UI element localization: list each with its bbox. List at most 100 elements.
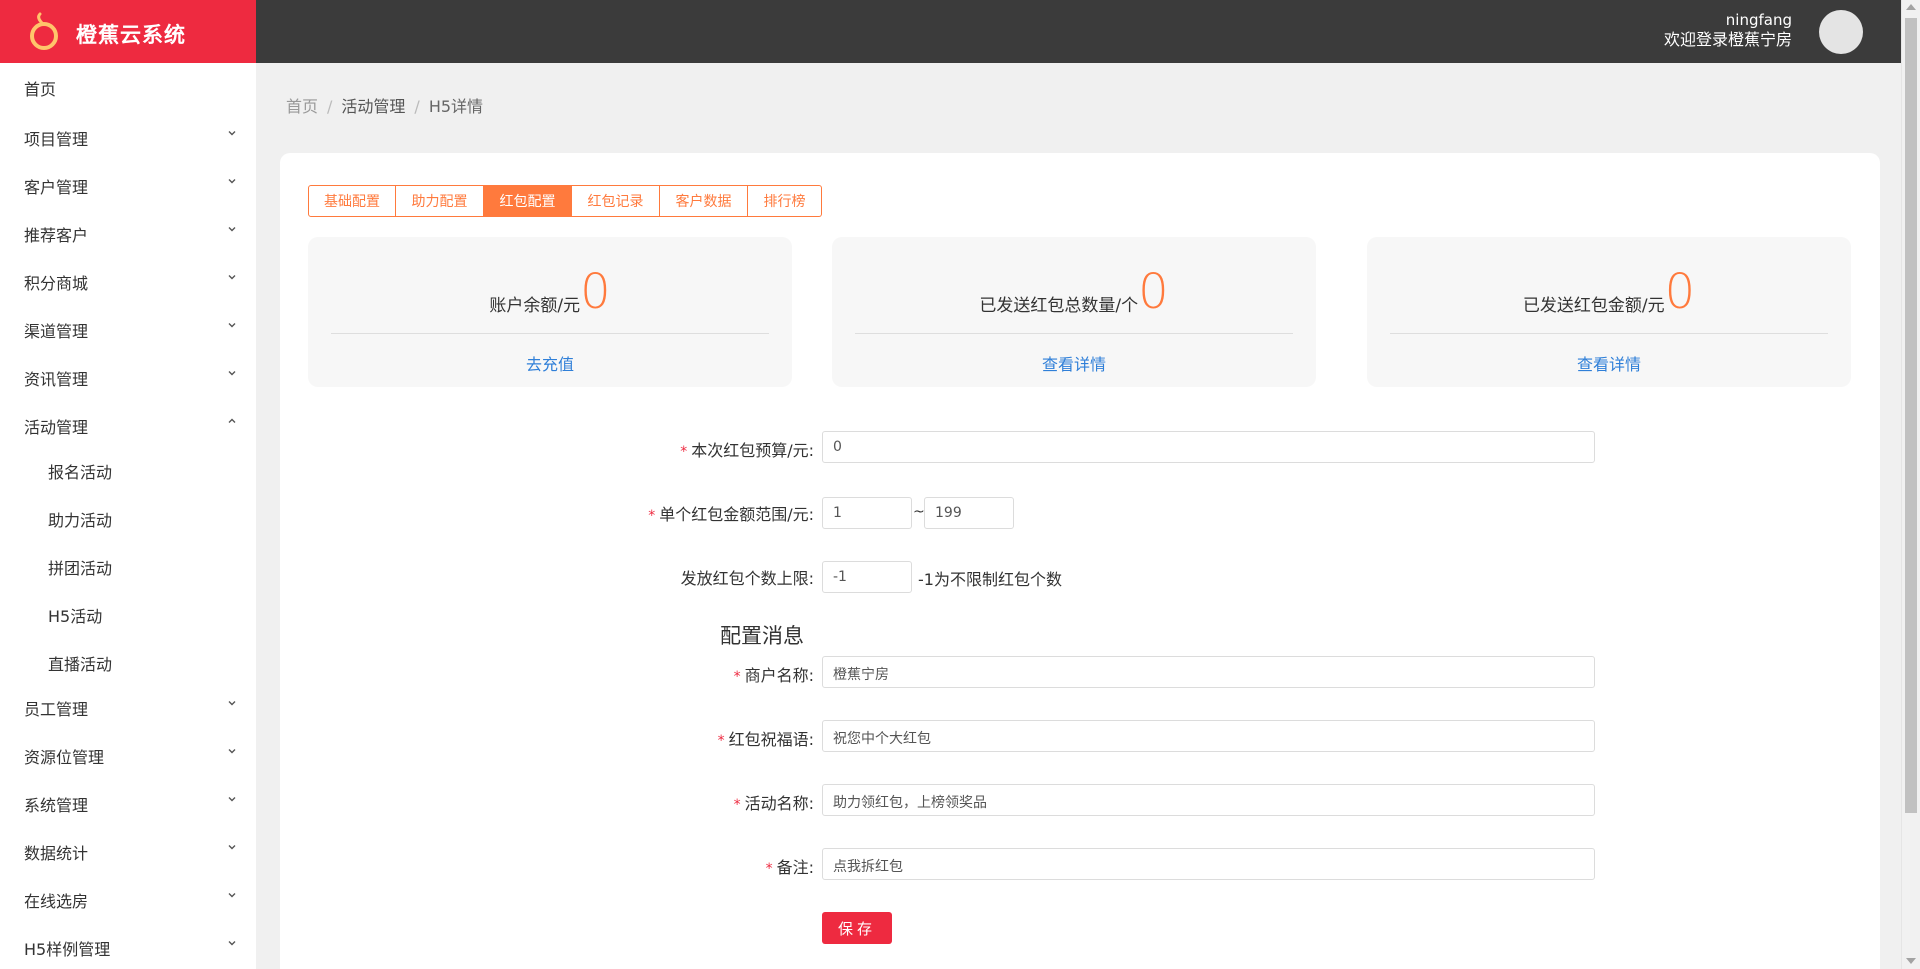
stat-value: 0: [1138, 264, 1169, 320]
chevron-down-icon: [228, 893, 236, 898]
logo-area[interactable]: 橙蕉云系统: [0, 0, 256, 63]
tab-assist-config[interactable]: 助力配置: [396, 185, 484, 217]
required-mark: *: [717, 733, 725, 749]
breadcrumb-home[interactable]: 首页: [286, 97, 318, 116]
sidebar-item-label: 资源位管理: [24, 748, 105, 767]
sidebar-item-customers[interactable]: 客户管理: [0, 165, 256, 205]
sidebar-item-points-mall[interactable]: 积分商城: [0, 261, 256, 301]
chevron-up-icon: [228, 418, 236, 423]
sidebar-item-channels[interactable]: 渠道管理: [0, 309, 256, 349]
divider: [855, 333, 1293, 334]
user-name: ningfang: [1725, 11, 1792, 29]
sidebar-item-online-selection[interactable]: 在线选房: [0, 879, 256, 919]
chevron-down-icon: [228, 797, 236, 802]
sidebar-subitem-group-buy[interactable]: 拼团活动: [0, 546, 256, 586]
divider: [331, 333, 769, 334]
required-mark: *: [648, 508, 656, 524]
sidebar-item-system[interactable]: 系统管理: [0, 783, 256, 823]
tab-customer-data[interactable]: 客户数据: [660, 185, 748, 217]
budget-label: * 本次红包预算/元:: [680, 441, 814, 460]
sidebar-subitem-label: 直播活动: [48, 655, 113, 674]
scroll-down-arrow-icon[interactable]: [1906, 958, 1916, 964]
sidebar-subitem-label: 助力活动: [48, 511, 113, 530]
chevron-down-icon: [228, 371, 236, 376]
chevron-down-icon: [228, 131, 236, 136]
view-details-link[interactable]: 查看详情: [832, 351, 1316, 375]
sidebar-item-resources[interactable]: 资源位管理: [0, 735, 256, 775]
recharge-link[interactable]: 去充值: [308, 351, 792, 375]
avatar[interactable]: [1819, 10, 1863, 54]
limit-input[interactable]: -1: [822, 561, 912, 593]
scroll-up-arrow-icon[interactable]: [1906, 4, 1916, 10]
sidebar-item-statistics[interactable]: 数据统计: [0, 831, 256, 871]
breadcrumb-separator: /: [327, 97, 333, 116]
chevron-down-icon: [228, 275, 236, 280]
remark-input[interactable]: 点我拆红包: [822, 848, 1595, 880]
required-mark: *: [765, 861, 773, 877]
required-mark: *: [733, 669, 741, 685]
scroll-thumb[interactable]: [1905, 18, 1917, 813]
range-max-input[interactable]: 199: [924, 497, 1014, 529]
tab-bar: 基础配置 助力配置 红包配置 红包记录 客户数据 排行榜: [308, 185, 822, 217]
stat-label: 已发送红包总数量/个: [979, 296, 1139, 316]
stat-label: 账户余额/元: [489, 296, 581, 316]
sidebar-item-h5-samples[interactable]: H5样例管理: [0, 927, 256, 967]
sidebar-item-home[interactable]: 首页: [0, 67, 256, 107]
app-logo-icon: [30, 12, 58, 50]
sidebar-item-referrals[interactable]: 推荐客户: [0, 213, 256, 253]
tab-redpacket-config[interactable]: 红包配置: [484, 185, 572, 217]
sidebar-item-staff[interactable]: 员工管理: [0, 687, 256, 727]
sidebar-item-label: 活动管理: [24, 418, 89, 437]
range-min-input[interactable]: 1: [822, 497, 912, 529]
chevron-down-icon: [228, 749, 236, 754]
sidebar: 首页 项目管理 客户管理 推荐客户 积分商城 渠道管理 资讯管理 活动管理 报名…: [0, 63, 256, 969]
page-scrollbar[interactable]: [1901, 0, 1920, 969]
chevron-down-icon: [228, 845, 236, 850]
remark-label: * 备注:: [765, 858, 814, 877]
tab-leaderboard[interactable]: 排行榜: [748, 185, 822, 217]
chevron-down-icon: [228, 701, 236, 706]
sidebar-item-label: 在线选房: [24, 892, 89, 911]
sidebar-item-label: 资讯管理: [24, 370, 89, 389]
stat-card-balance: 账户余额/元0 去充值: [308, 237, 792, 387]
sidebar-subitem-live[interactable]: 直播活动: [0, 642, 256, 682]
save-button[interactable]: 保存: [822, 912, 892, 944]
sidebar-subitem-label: H5活动: [48, 607, 103, 626]
chevron-down-icon: [228, 941, 236, 946]
sidebar-subitem-label: 拼团活动: [48, 559, 113, 578]
limit-label: 发放红包个数上限:: [680, 569, 814, 588]
sidebar-item-activities[interactable]: 活动管理: [0, 405, 256, 445]
sidebar-item-label: H5样例管理: [24, 940, 111, 959]
chevron-down-icon: [228, 227, 236, 232]
user-info[interactable]: ningfang 欢迎登录橙蕉宁房: [1664, 10, 1792, 50]
sidebar-item-label: 项目管理: [24, 130, 89, 149]
stat-value: 0: [1664, 264, 1696, 320]
merchant-label: * 商户名称:: [733, 666, 814, 685]
breadcrumb-section[interactable]: 活动管理: [341, 97, 405, 116]
blessing-input[interactable]: 祝您中个大红包: [822, 720, 1595, 752]
budget-input[interactable]: 0: [822, 431, 1595, 463]
breadcrumb-separator: /: [414, 97, 420, 116]
sidebar-subitem-label: 报名活动: [48, 463, 113, 482]
sidebar-item-projects[interactable]: 项目管理: [0, 117, 256, 157]
sidebar-item-label: 渠道管理: [24, 322, 89, 341]
stat-label: 已发送红包金额/元: [1522, 296, 1665, 316]
divider: [1390, 333, 1828, 334]
sidebar-item-label: 首页: [24, 80, 57, 99]
sidebar-subitem-signup[interactable]: 报名活动: [0, 450, 256, 490]
stat-value: 0: [580, 264, 611, 320]
tab-basic-config[interactable]: 基础配置: [308, 185, 396, 217]
view-details-link[interactable]: 查看详情: [1367, 351, 1851, 375]
sidebar-item-news[interactable]: 资讯管理: [0, 357, 256, 397]
required-mark: *: [680, 444, 688, 460]
merchant-input[interactable]: 橙蕉宁房: [822, 656, 1595, 688]
sidebar-subitem-h5[interactable]: H5活动: [0, 594, 256, 634]
tab-redpacket-records[interactable]: 红包记录: [572, 185, 660, 217]
sidebar-item-label: 推荐客户: [24, 226, 89, 245]
sidebar-subitem-assist[interactable]: 助力活动: [0, 498, 256, 538]
chevron-down-icon: [228, 323, 236, 328]
activity-name-input[interactable]: 助力领红包，上榜领奖品: [822, 784, 1595, 816]
sidebar-item-label: 员工管理: [24, 700, 89, 719]
section-title: 配置消息: [720, 624, 804, 648]
stat-card-sent-count: 已发送红包总数量/个0 查看详情: [832, 237, 1316, 387]
